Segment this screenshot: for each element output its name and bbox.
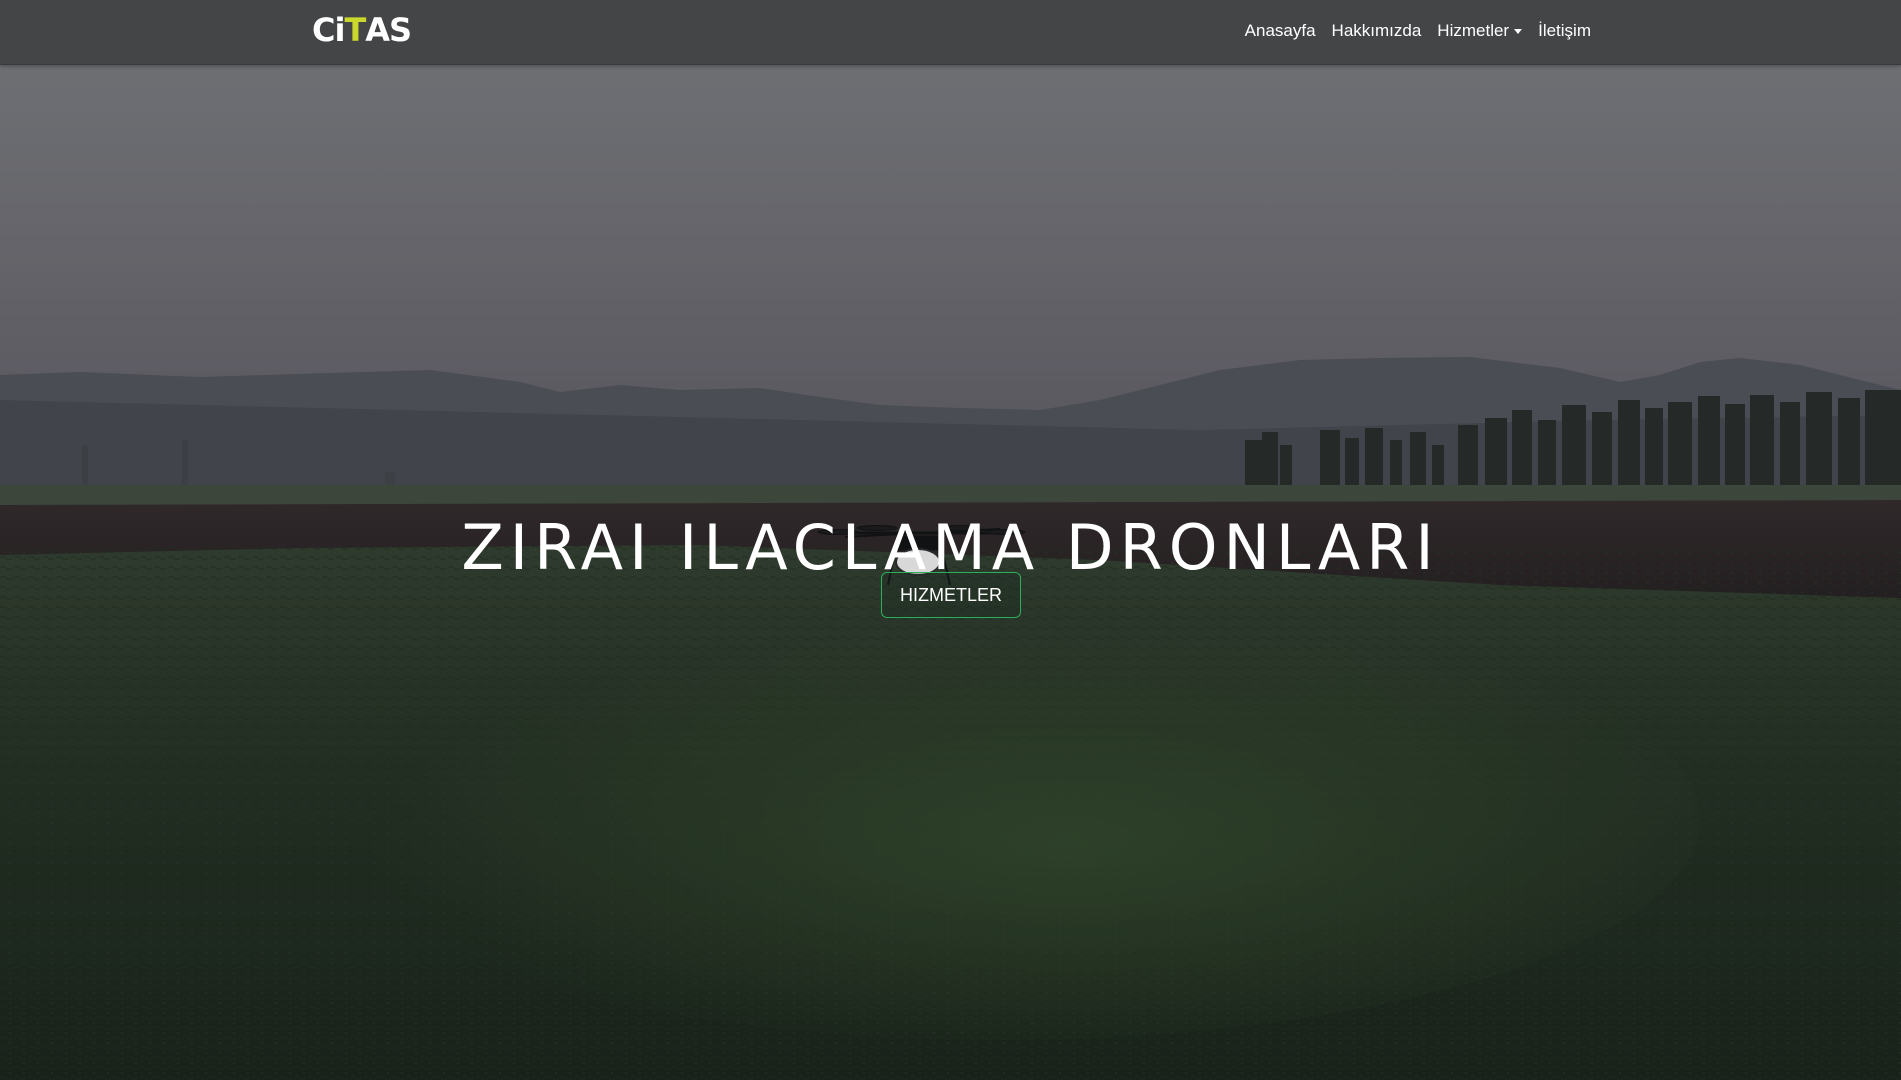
- logo-letter: i: [334, 11, 345, 49]
- chevron-down-icon: [1514, 28, 1523, 34]
- hizmetler-button[interactable]: HIZMETLER: [881, 572, 1021, 618]
- logo-letter: T: [344, 11, 366, 49]
- citas-logo[interactable]: CiTAS: [312, 11, 412, 49]
- nav-link-hakkimizda[interactable]: Hakkımızda: [1332, 21, 1422, 41]
- page: CiTAS Anasayfa Hakkımızda Hizmetler İlet…: [0, 0, 1901, 1080]
- nav-dropdown-hizmetler[interactable]: Hizmetler: [1437, 21, 1523, 41]
- logo-letter: A: [365, 11, 390, 49]
- nav-link-label: Hakkımızda: [1331, 21, 1422, 40]
- top-navbar: CiTAS Anasayfa Hakkımızda Hizmetler İlet…: [0, 0, 1901, 65]
- nav-link-anasayfa[interactable]: Anasayfa: [1245, 21, 1316, 41]
- nav-link-label: Hizmetler: [1437, 21, 1510, 40]
- logo-letter: C: [312, 11, 336, 49]
- nav-link-label: Anasayfa: [1244, 21, 1316, 40]
- logo-letter: S: [389, 11, 412, 49]
- nav-link-label: İletişim: [1538, 21, 1591, 40]
- nav-link-iletisim[interactable]: İletişim: [1538, 21, 1591, 41]
- nav-menu: Anasayfa Hakkımızda Hizmetler İletişim: [1245, 0, 1591, 62]
